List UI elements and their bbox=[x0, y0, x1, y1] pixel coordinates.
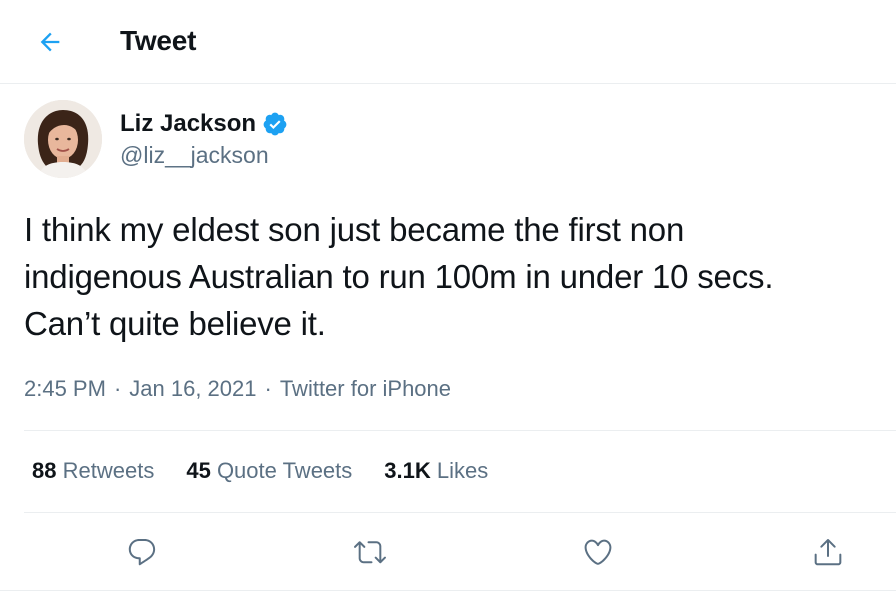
tweet-time[interactable]: 2:45 PM bbox=[24, 376, 106, 402]
author-handle[interactable]: @liz__jackson bbox=[120, 142, 269, 169]
author-name[interactable]: Liz Jackson bbox=[120, 110, 256, 138]
tweet-actions bbox=[0, 528, 896, 576]
tweet-date[interactable]: Jan 16, 2021 bbox=[129, 376, 256, 402]
reply-button[interactable] bbox=[118, 528, 166, 576]
quote-tweets-stat[interactable]: 45 Quote Tweets bbox=[186, 458, 352, 484]
like-button[interactable] bbox=[574, 528, 622, 576]
retweets-count: 88 bbox=[32, 458, 57, 483]
tweet-meta: 2:45 PM · Jan 16, 2021 · Twitter for iPh… bbox=[24, 376, 451, 402]
engagement-stats: 88 Retweets 45 Quote Tweets 3.1K Likes bbox=[32, 458, 488, 484]
author-name-row[interactable]: Liz Jackson bbox=[120, 110, 288, 138]
quote-tweets-label: Quote Tweets bbox=[216, 458, 353, 483]
meta-separator: · bbox=[264, 376, 272, 401]
retweets-label: Retweets bbox=[62, 458, 155, 483]
page-header: Tweet bbox=[0, 0, 896, 84]
heart-icon bbox=[584, 539, 612, 565]
tweet-page: Tweet Liz Jackson @liz__jackson I think … bbox=[0, 0, 896, 598]
likes-stat[interactable]: 3.1K Likes bbox=[384, 458, 488, 484]
avatar[interactable] bbox=[24, 100, 102, 178]
retweets-stat[interactable]: 88 Retweets bbox=[32, 458, 154, 484]
back-button[interactable] bbox=[30, 22, 70, 62]
divider bbox=[24, 430, 896, 431]
tweet-source[interactable]: Twitter for iPhone bbox=[280, 376, 451, 402]
reply-icon bbox=[128, 538, 156, 566]
share-button[interactable] bbox=[804, 528, 852, 576]
likes-label: Likes bbox=[436, 458, 489, 483]
likes-count: 3.1K bbox=[384, 458, 431, 483]
page-title: Tweet bbox=[120, 25, 197, 56]
meta-separator: · bbox=[113, 376, 122, 401]
share-icon bbox=[814, 539, 842, 566]
profile-photo bbox=[24, 100, 102, 178]
retweet-button[interactable] bbox=[346, 528, 394, 576]
quote-tweets-count: 45 bbox=[186, 458, 211, 483]
retweet-icon bbox=[354, 541, 386, 564]
verified-badge-icon bbox=[263, 112, 287, 136]
tweet-text: I think my eldest son just became the fi… bbox=[24, 211, 774, 342]
arrow-left-icon bbox=[40, 32, 60, 52]
divider bbox=[24, 512, 896, 513]
bottom-divider bbox=[0, 590, 896, 591]
